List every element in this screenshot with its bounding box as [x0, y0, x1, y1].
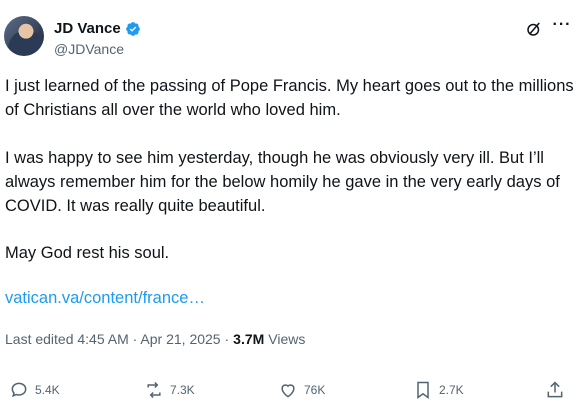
post-paragraph-2: I was happy to see him yesterday, though… — [5, 149, 560, 215]
post-meta: Last edited 4:45 AM · Apr 21, 2025 · 3.7… — [5, 331, 305, 347]
author-name[interactable]: JD Vance — [54, 20, 121, 37]
repost-count: 7.3K — [170, 383, 195, 397]
author-name-row: JD Vance — [54, 20, 141, 37]
reply-count: 5.4K — [35, 383, 60, 397]
views-count: 3.7M — [233, 331, 265, 347]
views-label: Views — [268, 331, 306, 347]
like-icon — [281, 384, 295, 398]
verified-badge-icon — [125, 21, 140, 36]
share-button[interactable] — [545, 380, 565, 400]
reply-icon — [11, 382, 27, 398]
repost-button[interactable]: 7.3K — [144, 380, 195, 400]
post-link[interactable]: vatican.va/content/france… — [5, 289, 205, 308]
grok-icon[interactable] — [525, 20, 543, 38]
share-icon — [547, 381, 563, 398]
edited-timestamp[interactable]: Last edited 4:45 AM · Apr 21, 2025 · — [5, 331, 229, 347]
bookmark-icon — [417, 381, 429, 399]
more-icon[interactable]: ··· — [552, 17, 572, 38]
like-button[interactable]: 76K — [278, 380, 325, 400]
post-paragraph-3: May God rest his soul. — [5, 244, 170, 262]
repost-icon — [147, 381, 161, 399]
post-paragraph-1: I just learned of the passing of Pope Fr… — [5, 77, 574, 119]
reply-button[interactable]: 5.4K — [9, 380, 60, 400]
bookmark-button[interactable]: 2.7K — [413, 380, 464, 400]
action-bar: 5.4K 7.3K 76K 2.7K — [0, 376, 582, 408]
like-count: 76K — [304, 383, 326, 397]
author-avatar[interactable] — [4, 16, 44, 56]
bookmark-count: 2.7K — [439, 383, 464, 397]
author-handle[interactable]: @JDVance — [54, 41, 124, 57]
